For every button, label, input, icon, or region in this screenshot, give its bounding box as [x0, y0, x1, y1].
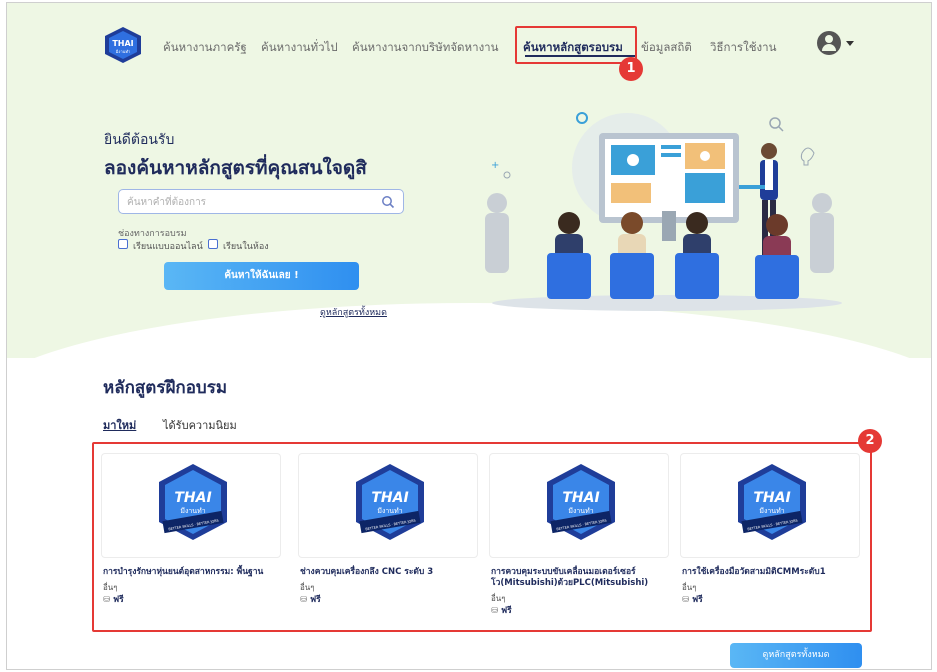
callout-box-nav: [515, 26, 637, 64]
nav-general-jobs[interactable]: ค้นหางานทั่วไป: [261, 39, 338, 57]
svg-text:THAI: THAI: [371, 490, 408, 506]
callout-badge-1: 1: [619, 57, 643, 81]
all-courses-link[interactable]: ดูหลักสูตรทั้งหมด: [320, 305, 387, 319]
chevron-down-icon[interactable]: [846, 41, 854, 46]
classroom-checkbox[interactable]: [208, 239, 218, 249]
coins-icon: ⛁: [491, 606, 502, 616]
nav-government-jobs[interactable]: ค้นหางานภาครัฐ: [163, 39, 247, 57]
coins-icon: ⛁: [103, 595, 114, 605]
hero-headline: ลองค้นหาหลักสูตรที่คุณสนใจดูสิ: [104, 157, 367, 179]
course-card[interactable]: THAI มีงานทำ BETTER SKILLS · BETTER JOBS…: [101, 453, 281, 613]
training-channel-label: ช่องทางการอบรม: [118, 229, 187, 239]
thai-logo-icon: THAI มีงานทำ BETTER SKILLS · BETTER JOBS: [356, 464, 424, 540]
course-card-list: THAI มีงานทำ BETTER SKILLS · BETTER JOBS…: [101, 453, 863, 623]
course-card-image[interactable]: THAI มีงานทำ BETTER SKILLS · BETTER JOBS: [680, 453, 860, 558]
coins-icon: ⛁: [300, 595, 311, 605]
welcome-text: ยินดีต้อนรับ: [104, 132, 175, 148]
svg-text:มีงานทำ: มีงานทำ: [568, 507, 593, 515]
course-price: ⛁ ฟรี: [103, 595, 124, 605]
thai-mee-ngan-tam-logo[interactable]: THAI มีงานทำ: [103, 26, 143, 64]
courses-section-title: หลักสูตรฝึกอบรม: [103, 378, 228, 398]
nav-agency-jobs[interactable]: ค้นหางานจากบริษัทจัดหางาน: [352, 39, 499, 57]
logo-subtext: มีงานทำ: [115, 49, 130, 54]
course-card-image[interactable]: THAI มีงานทำ BETTER SKILLS · BETTER JOBS: [489, 453, 669, 558]
search-icon[interactable]: [381, 195, 395, 209]
course-card[interactable]: THAI มีงานทำ BETTER SKILLS · BETTER JOBS…: [680, 453, 860, 613]
search-button[interactable]: ค้นหาให้ฉันเลย !: [164, 262, 359, 290]
course-title[interactable]: การใช้เครื่องมือวัดสามมิติCMMระดับ1: [682, 567, 860, 578]
course-title[interactable]: การควบคุมระบบขับเคลื่อนมอเตอร์เซอร์โว(Mi…: [491, 567, 669, 589]
svg-text:THAI: THAI: [753, 490, 790, 506]
callout-badge-2: 2: [858, 429, 882, 453]
nav-how-to-use[interactable]: วิธีการใช้งาน: [710, 39, 776, 57]
svg-text:+: +: [491, 160, 499, 171]
view-all-courses-button[interactable]: ดูหลักสูตรทั้งหมด: [730, 643, 862, 668]
svg-text:มีงานทำ: มีงานทำ: [759, 507, 784, 515]
browser-frame: THAI มีงานทำ ค้นหางานภาครัฐ ค้นหางานทั่ว…: [6, 2, 932, 670]
svg-text:มีงานทำ: มีงานทำ: [377, 507, 402, 515]
course-card[interactable]: THAI มีงานทำ BETTER SKILLS · BETTER JOBS…: [298, 453, 478, 613]
coins-icon: ⛁: [682, 595, 693, 605]
course-card[interactable]: THAI มีงานทำ BETTER SKILLS · BETTER JOBS…: [489, 453, 669, 616]
svg-text:THAI: THAI: [174, 490, 211, 506]
svg-text:THAI: THAI: [562, 490, 599, 506]
course-price: ⛁ ฟรี: [491, 606, 512, 616]
course-title[interactable]: ช่างควบคุมเครื่องกลึง CNC ระดับ 3: [300, 567, 478, 578]
search-box[interactable]: [118, 189, 404, 214]
thai-logo-icon: THAI มีงานทำ BETTER SKILLS · BETTER JOBS: [547, 464, 615, 540]
user-avatar-icon[interactable]: [817, 31, 841, 55]
thai-logo-icon: THAI มีงานทำ BETTER SKILLS · BETTER JOBS: [738, 464, 806, 540]
classroom-illustration: × +: [485, 112, 842, 311]
course-card-image[interactable]: THAI มีงานทำ BETTER SKILLS · BETTER JOBS: [101, 453, 281, 558]
thai-logo-icon: THAI มีงานทำ BETTER SKILLS · BETTER JOBS: [159, 464, 227, 540]
svg-text:มีงานทำ: มีงานทำ: [180, 507, 205, 515]
search-input[interactable]: [127, 194, 377, 210]
course-title[interactable]: การบำรุงรักษาหุ่นยนต์อุตสาหกรรม: พื้นฐาน: [103, 567, 281, 578]
tab-popular[interactable]: ได้รับความนิยม: [163, 416, 237, 434]
course-price: ⛁ ฟรี: [300, 595, 321, 605]
nav-statistics[interactable]: ข้อมูลสถิติ: [641, 39, 692, 57]
course-card-image[interactable]: THAI มีงานทำ BETTER SKILLS · BETTER JOBS: [298, 453, 478, 558]
tab-new[interactable]: มาใหม่: [103, 416, 136, 434]
online-checkbox-label: เรียนแบบออนไลน์: [133, 242, 203, 252]
classroom-checkbox-label: เรียนในห้อง: [223, 242, 269, 252]
course-price: ⛁ ฟรี: [682, 595, 703, 605]
logo-text: THAI: [112, 39, 133, 48]
online-checkbox[interactable]: [118, 239, 128, 249]
